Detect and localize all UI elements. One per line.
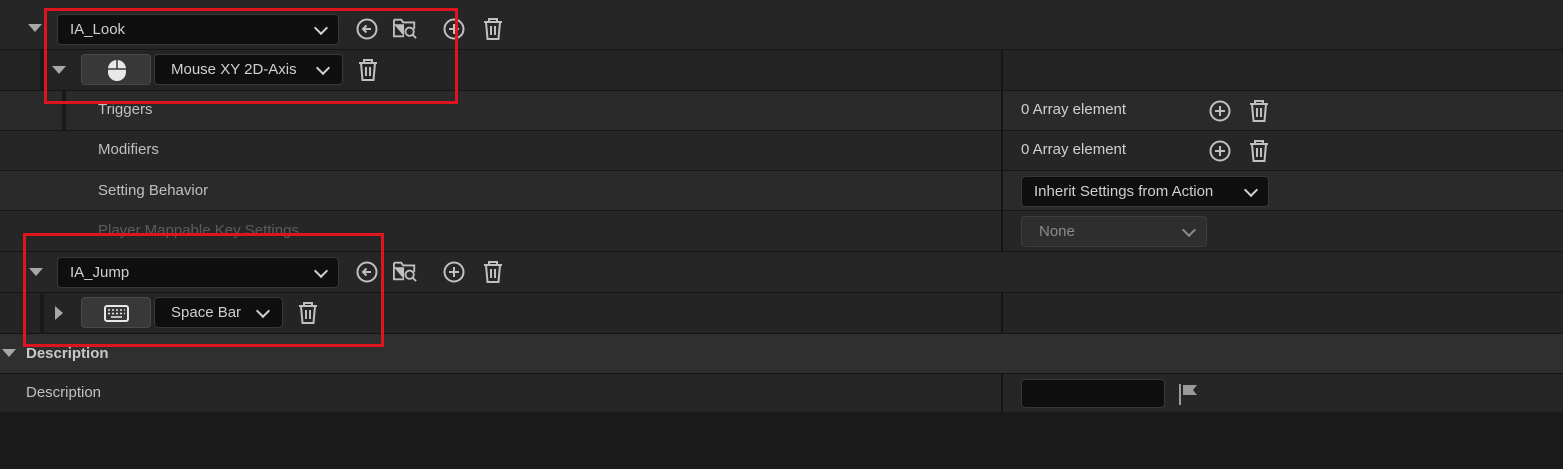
player-mappable-value: None xyxy=(1039,223,1075,240)
trash-icon[interactable] xyxy=(481,260,505,284)
setting-behavior-label: Setting Behavior xyxy=(98,182,209,199)
property-row-modifiers xyxy=(0,131,1563,171)
description-label: Description xyxy=(26,384,102,401)
property-row-description xyxy=(0,374,1563,412)
triggers-value: 0 Array element xyxy=(1021,101,1127,118)
column-splitter[interactable] xyxy=(1001,91,1003,131)
add-element-icon[interactable] xyxy=(1208,99,1232,123)
property-row-setting-behavior xyxy=(0,171,1563,211)
column-splitter[interactable] xyxy=(1001,131,1003,171)
collapse-arrow-icon[interactable] xyxy=(2,349,16,357)
flag-icon[interactable] xyxy=(1177,382,1201,406)
modifiers-value: 0 Array element xyxy=(1021,141,1127,158)
column-splitter[interactable] xyxy=(1001,50,1003,91)
chevron-down-icon xyxy=(1243,182,1259,197)
trash-icon[interactable] xyxy=(1247,139,1271,163)
section-title: Description xyxy=(26,345,109,362)
add-element-icon[interactable] xyxy=(1208,139,1232,163)
chevron-down-icon xyxy=(1181,222,1197,237)
highlight-box xyxy=(23,233,384,347)
modifiers-label: Modifiers xyxy=(98,141,159,158)
setting-behavior-select[interactable]: Inherit Settings from Action xyxy=(1021,176,1269,207)
description-input[interactable] xyxy=(1021,379,1165,408)
column-splitter[interactable] xyxy=(1001,211,1003,252)
add-mapping-icon[interactable] xyxy=(442,260,466,284)
collapse-arrow-icon[interactable] xyxy=(28,24,42,32)
highlight-box xyxy=(44,8,458,104)
trash-icon[interactable] xyxy=(481,17,505,41)
browse-folder-icon[interactable] xyxy=(393,259,417,283)
setting-behavior-value: Inherit Settings from Action xyxy=(1034,183,1214,200)
trash-icon[interactable] xyxy=(1247,99,1271,123)
column-splitter[interactable] xyxy=(1001,293,1003,334)
column-splitter[interactable] xyxy=(1001,374,1003,412)
column-splitter[interactable] xyxy=(1001,171,1003,211)
player-mappable-select: None xyxy=(1021,216,1207,247)
